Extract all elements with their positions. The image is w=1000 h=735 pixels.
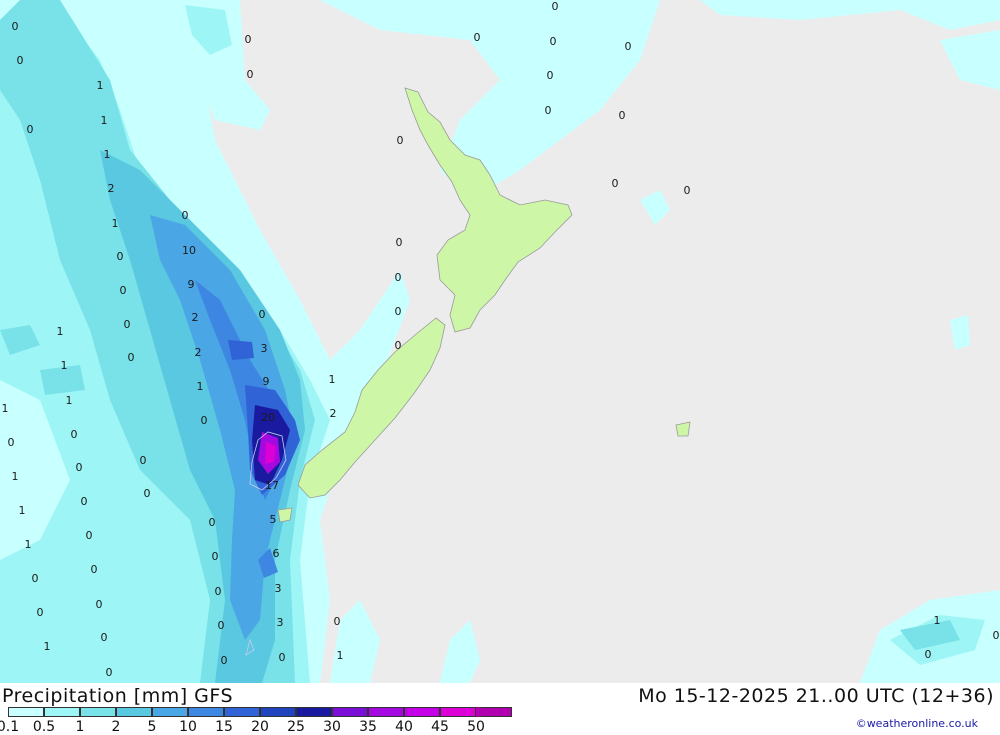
precip-value-label: 1 [57, 325, 64, 338]
precip-value-label: 0 [212, 550, 219, 563]
precip-value-label: 1 [97, 79, 104, 92]
precip-value-label: 0 [397, 134, 404, 147]
legend-swatch [116, 707, 152, 717]
precip-value-label: 0 [396, 236, 403, 249]
legend-swatch [368, 707, 404, 717]
precip-value-label: 0 [128, 351, 135, 364]
precip-value-label: 0 [221, 654, 228, 667]
precip-value-label: 0 [12, 20, 19, 33]
legend-arrow [476, 707, 512, 717]
precip-value-label: 0 [993, 629, 1000, 642]
precip-value-label: 0 [124, 318, 131, 331]
precipitation-map: 00000000 000 00000111210 100 9020 2 301910 20 21… [0, 0, 1000, 683]
precip-value-label: 0 [182, 209, 189, 222]
precip-value-label: 20 [261, 411, 275, 424]
precip-value-label: 1 [101, 114, 108, 127]
legend-swatch [188, 707, 224, 717]
precip-value-label: 0 [545, 104, 552, 117]
precip-value-label: 1 [337, 649, 344, 662]
precip-value-label: 1 [112, 217, 119, 230]
precip-value-label: 5 [270, 513, 277, 526]
precip-value-label: 0 [395, 339, 402, 352]
precip-value-label: 0 [106, 666, 113, 679]
legend-swatch [152, 707, 188, 717]
precip-value-label: 1 [44, 640, 51, 653]
precip-value-label: 1 [66, 394, 73, 407]
footer-bar: Precipitation [mm] GFS Mo 15-12-2025 21.… [0, 683, 1000, 735]
precip-value-label: 0 [625, 40, 632, 53]
precip-value-label: 0 [117, 250, 124, 263]
precip-value-label: 1 [329, 373, 336, 386]
legend-swatch [296, 707, 332, 717]
precip-value-label: 17 [265, 479, 279, 492]
legend-swatch [260, 707, 296, 717]
precip-value-label: 1 [25, 538, 32, 551]
precip-value-label: 1 [19, 504, 26, 517]
precip-value-label: 0 [550, 35, 557, 48]
legend-swatch [224, 707, 260, 717]
precip-value-label: 0 [395, 271, 402, 284]
precip-value-label: 2 [330, 407, 337, 420]
precip-value-label: 0 [96, 598, 103, 611]
legend-swatch [8, 707, 44, 717]
precip-value-label: 0 [32, 572, 39, 585]
precip-value-label: 0 [8, 436, 15, 449]
precip-value-label: 0 [474, 31, 481, 44]
precip-value-label: 0 [144, 487, 151, 500]
precip-value-label: 2 [192, 311, 199, 324]
precip-value-label: 0 [209, 516, 216, 529]
precip-value-label: 0 [215, 585, 222, 598]
precip-value-label: 10 [182, 244, 196, 257]
legend-swatch [44, 707, 80, 717]
precip-value-label: 0 [140, 454, 147, 467]
precip-value-label: 0 [925, 648, 932, 661]
forecast-timestamp: Mo 15-12-2025 21..00 UTC (12+36) [638, 685, 994, 707]
precip-value-label: 1 [104, 148, 111, 161]
legend-swatch [332, 707, 368, 717]
precip-value-label: 3 [275, 582, 282, 595]
precip-value-label: 9 [263, 375, 270, 388]
map-title: Precipitation [mm] GFS [2, 685, 234, 707]
precip-value-label: 0 [245, 33, 252, 46]
legend-swatch [80, 707, 116, 717]
precip-value-label: 6 [273, 547, 280, 560]
legend-swatch [440, 707, 476, 717]
precip-value-label: 0 [120, 284, 127, 297]
precip-value-label: 0 [619, 109, 626, 122]
precip-value-label: 0 [81, 495, 88, 508]
precip-value-label: 0 [86, 529, 93, 542]
precip-value-label: 0 [201, 414, 208, 427]
precip-value-label: 1 [61, 359, 68, 372]
precip-value-label: 1 [12, 470, 19, 483]
precip-value-label: 0 [76, 461, 83, 474]
precip-value-label: 0 [395, 305, 402, 318]
precip-value-label: 0 [334, 615, 341, 628]
precip-value-label: 1 [934, 614, 941, 627]
precip-value-label: 0 [552, 0, 559, 13]
precip-value-label: 0 [101, 631, 108, 644]
precip-value-label: 0 [259, 308, 266, 321]
precip-value-label: 0 [684, 184, 691, 197]
precip-value-label: 0 [279, 651, 286, 664]
precip-value-label: 0 [547, 69, 554, 82]
precip-value-label: 0 [17, 54, 24, 67]
precip-value-label: 0 [218, 619, 225, 632]
precip-value-label: 2 [108, 182, 115, 195]
precip-value-label: 0 [27, 123, 34, 136]
precip-value-label: 1 [2, 402, 9, 415]
precip-value-label: 2 [195, 346, 202, 359]
precip-value-label: 0 [247, 68, 254, 81]
credit-link[interactable]: ©weatheronline.co.uk [856, 717, 978, 730]
precip-value-label: 3 [261, 342, 268, 355]
precip-value-label: 0 [612, 177, 619, 190]
precip-value-label: 3 [277, 616, 284, 629]
legend-swatch [404, 707, 440, 717]
precip-value-label: 0 [37, 606, 44, 619]
precip-value-label: 0 [91, 563, 98, 576]
precip-value-label: 1 [197, 380, 204, 393]
precip-value-label: 9 [188, 278, 195, 291]
precip-value-label: 0 [71, 428, 78, 441]
